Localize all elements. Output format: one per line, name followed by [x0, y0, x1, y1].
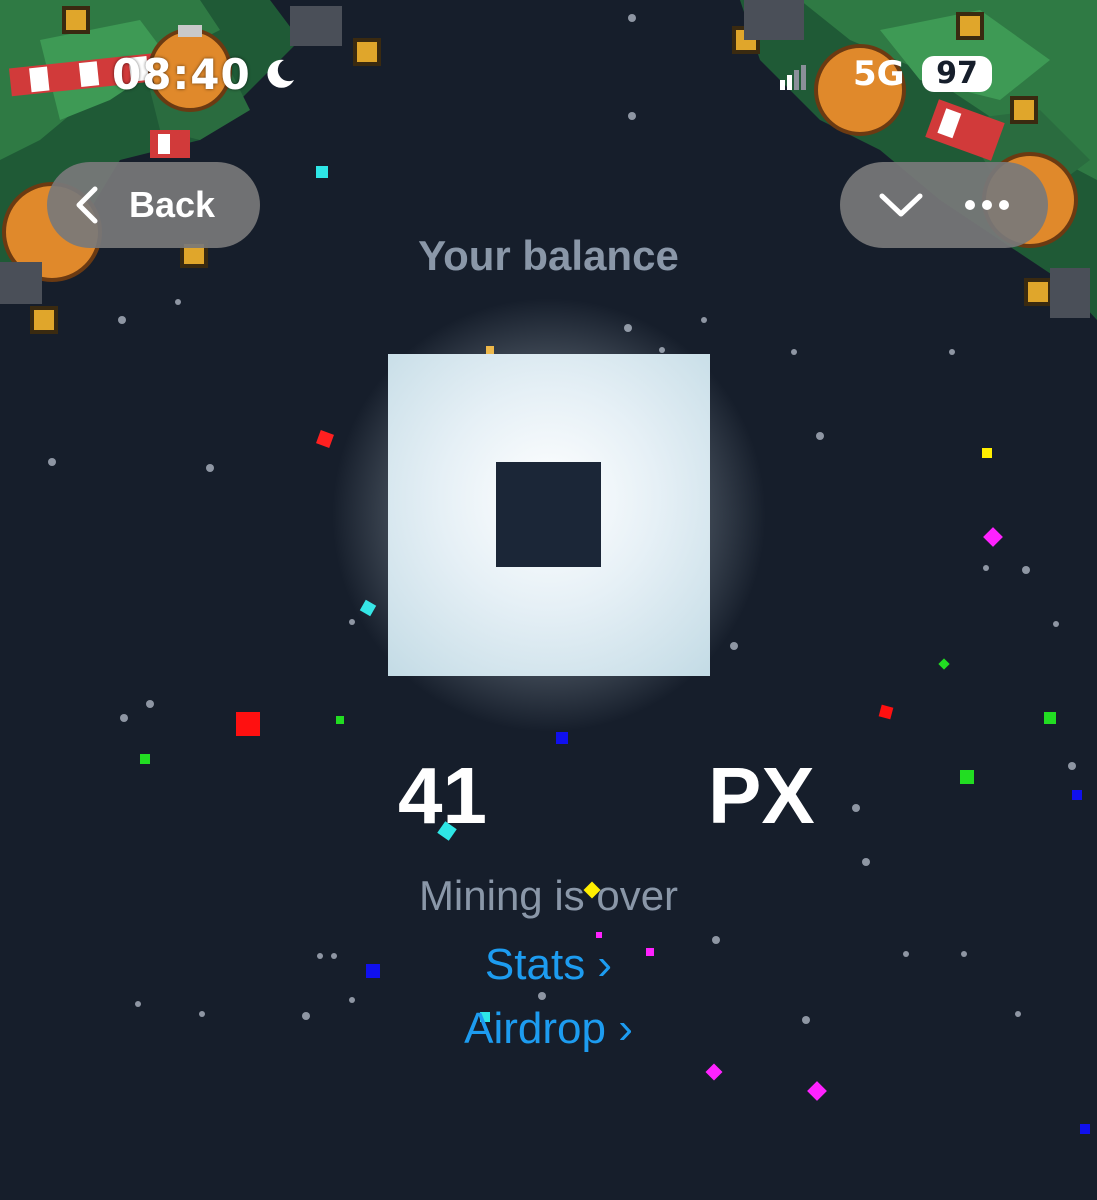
signal-icon — [780, 65, 806, 90]
status-time: 08:40 — [112, 50, 251, 99]
mining-status: Mining is over — [418, 872, 679, 919]
battery-indicator: 97 — [922, 56, 992, 92]
chevron-left-icon — [76, 186, 98, 224]
network-type: 5G — [853, 54, 905, 94]
balance-title: Your balance — [418, 232, 679, 279]
more-dots-icon[interactable] — [963, 198, 1011, 212]
chevron-down-icon[interactable] — [878, 190, 924, 220]
moon-icon — [267, 59, 294, 88]
pixel-logo-center — [496, 462, 601, 567]
pixel-logo — [388, 354, 710, 676]
stats-link[interactable]: Stats › — [0, 940, 1097, 990]
airdrop-link[interactable]: Airdrop › — [0, 1004, 1097, 1054]
balance-unit: PX — [708, 751, 815, 840]
back-label: Back — [129, 184, 216, 225]
balance-amount: 41 — [398, 751, 487, 840]
